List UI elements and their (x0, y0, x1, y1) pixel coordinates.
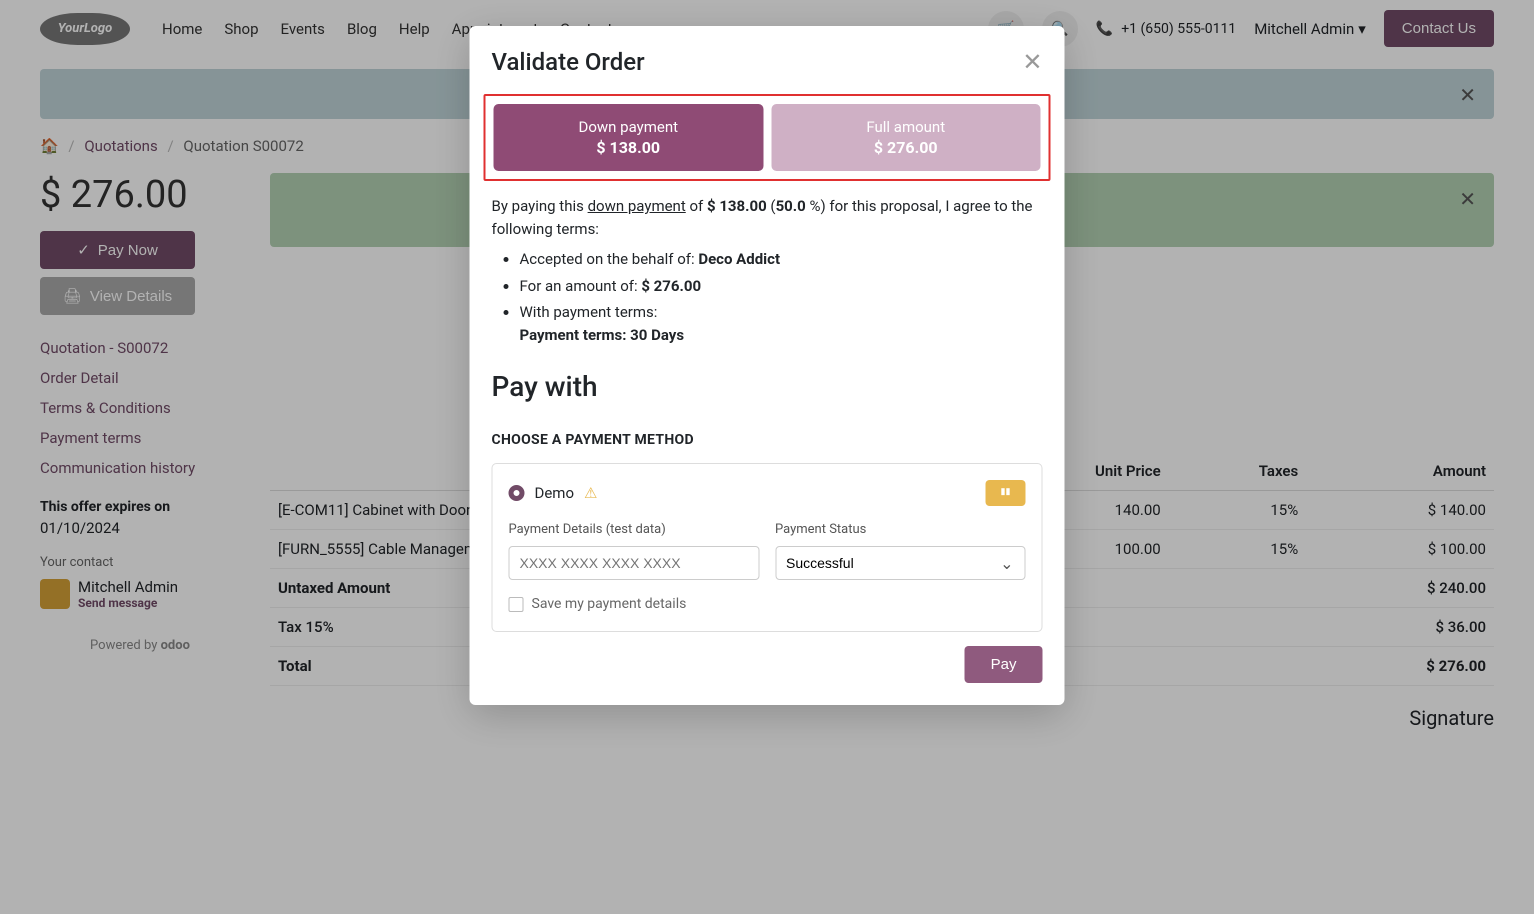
warning-icon: ⚠ (584, 482, 597, 505)
modal-title: Validate Order (492, 48, 645, 76)
choose-method-label: CHOOSE A PAYMENT METHOD (492, 430, 1043, 451)
full-amount-option[interactable]: Full amount $ 276.00 (771, 104, 1041, 171)
term-payment: With payment terms:Payment terms: 30 Day… (520, 301, 1043, 346)
payment-status-label: Payment Status (775, 520, 1026, 540)
amount-toggle: Down payment $ 138.00 Full amount $ 276.… (484, 94, 1051, 181)
agreement-text: By paying this down payment of $ 138.00 … (492, 195, 1043, 240)
down-payment-link[interactable]: down payment (588, 197, 686, 215)
method-name: Demo (535, 482, 575, 505)
term-amount: For an amount of: $ 276.00 (520, 275, 1043, 298)
validate-order-modal: Validate Order ✕ Down payment $ 138.00 F… (470, 26, 1065, 705)
close-icon[interactable]: ✕ (1022, 48, 1042, 76)
save-details-label: Save my payment details (532, 594, 687, 615)
pay-with-heading: Pay with (492, 366, 1043, 408)
down-payment-option[interactable]: Down payment $ 138.00 (494, 104, 764, 171)
card-icon: ▮▮ (986, 480, 1026, 506)
payment-details-input[interactable] (509, 546, 760, 580)
save-details-checkbox[interactable] (509, 597, 524, 612)
payment-status-select[interactable]: Successful (775, 546, 1026, 580)
radio-selected[interactable] (509, 485, 525, 501)
term-behalf: Accepted on the behalf of: Deco Addict (520, 248, 1043, 271)
payment-details-label: Payment Details (test data) (509, 520, 760, 540)
pay-button[interactable]: Pay (965, 646, 1043, 683)
payment-method-box: Demo ⚠ ▮▮ Payment Details (test data) Pa… (492, 463, 1043, 632)
